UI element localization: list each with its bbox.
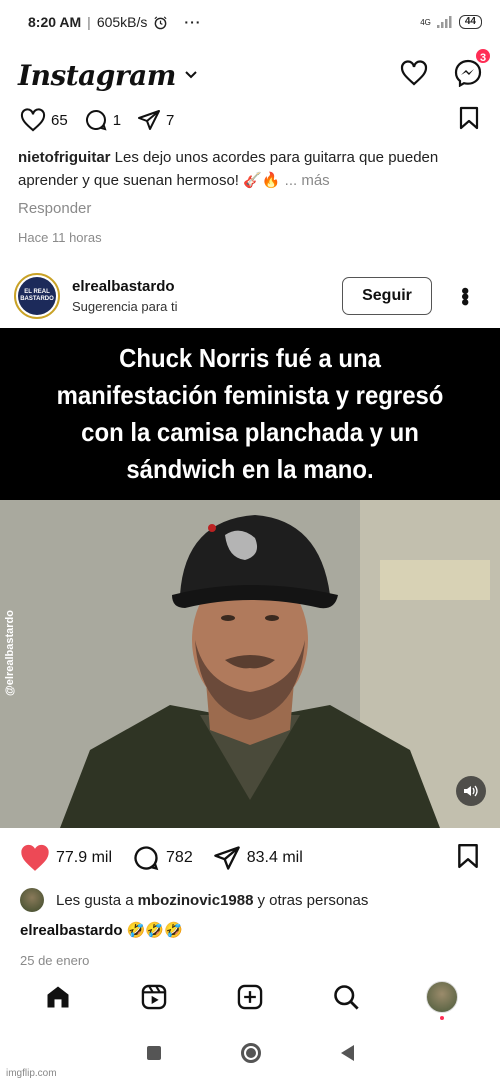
- prev-bookmark-icon[interactable]: [458, 106, 480, 134]
- profile-avatar: [426, 981, 458, 1013]
- prev-like-button[interactable]: 65: [20, 108, 68, 132]
- recent-apps-icon[interactable]: [146, 1046, 161, 1060]
- likes-suffix: y otras personas: [257, 891, 369, 909]
- network-type: 4G: [420, 17, 431, 27]
- prev-caption-more[interactable]: ... más: [285, 172, 330, 189]
- post-header: EL REAL BASTARDO elrealbastardo Sugerenc…: [0, 266, 500, 326]
- send-icon: [213, 846, 240, 870]
- watermark: @elrealbastardo: [4, 610, 16, 696]
- instagram-logo[interactable]: Instagram: [18, 59, 176, 92]
- prev-comment-button[interactable]: 1: [84, 108, 121, 132]
- caption-username[interactable]: elrealbastardo: [20, 922, 123, 939]
- home-icon[interactable]: [33, 972, 83, 1022]
- post-subtitle: Sugerencia para ti: [72, 299, 178, 314]
- status-bar: 8:20 AM | 605kB/s ··· 4G 44: [0, 0, 500, 44]
- imgflip-watermark: imgflip.com: [6, 1068, 57, 1079]
- liker-avatar: [20, 888, 44, 912]
- system-back-icon[interactable]: [340, 1045, 354, 1061]
- volume-button[interactable]: [456, 776, 486, 806]
- app-header: Instagram 3: [0, 44, 500, 106]
- speaker-icon: [464, 785, 478, 797]
- post-caption: elrealbastardo 🤣🤣🤣: [20, 921, 183, 939]
- meme-text-panel: Chuck Norris fué a una manifestación fem…: [0, 328, 500, 500]
- create-post-icon[interactable]: [225, 972, 275, 1022]
- prev-share-button[interactable]: 7: [137, 108, 174, 132]
- send-icon: [138, 110, 161, 130]
- system-nav: [0, 1030, 500, 1076]
- likes-summary[interactable]: Les gusta a mbozinovic1988 y otras perso…: [20, 888, 368, 912]
- status-separator: |: [87, 14, 91, 30]
- heart-filled-icon: [21, 844, 49, 871]
- notifications-heart-icon[interactable]: [400, 59, 428, 91]
- prev-caption-username[interactable]: nietofriguitar: [18, 149, 111, 166]
- comment-count: 782: [166, 849, 193, 866]
- follow-button[interactable]: Seguir: [342, 277, 432, 315]
- post-date: 25 de enero: [20, 953, 90, 968]
- post-photo[interactable]: @elrealbastardo: [0, 500, 500, 828]
- alarm-icon: [154, 15, 167, 29]
- signal-icon: [436, 16, 452, 28]
- more-options-icon[interactable]: •••: [453, 287, 478, 304]
- battery-indicator: 44: [458, 15, 482, 29]
- profile-notification-dot: [440, 1016, 444, 1020]
- liker-username[interactable]: mbozinovic1988: [138, 892, 254, 909]
- prev-comment-count: 1: [112, 111, 122, 129]
- reels-icon[interactable]: [129, 972, 179, 1022]
- avatar-logo: EL REAL BASTARDO: [18, 277, 56, 315]
- heart-icon: [20, 108, 46, 132]
- like-button[interactable]: 77.9 mil: [20, 844, 112, 872]
- share-count: 83.4 mil: [246, 849, 303, 866]
- network-speed: 605kB/s: [96, 14, 148, 30]
- bookmark-icon[interactable]: [456, 843, 480, 874]
- more-dots-icon: ···: [184, 14, 202, 30]
- caption-text: 🤣🤣🤣: [126, 922, 183, 939]
- comment-button[interactable]: 782: [132, 844, 193, 872]
- comment-icon: [134, 846, 159, 871]
- status-time: 8:20 AM: [28, 14, 82, 30]
- man-photo: [0, 500, 500, 828]
- post-actions: 77.9 mil 782 83.4 mil: [0, 840, 500, 876]
- prev-post-time: Hace 11 horas: [18, 230, 102, 245]
- meme-caption: Chuck Norris fué a una manifestación fem…: [56, 343, 444, 484]
- messenger-button[interactable]: 3: [454, 46, 492, 92]
- system-home-icon[interactable]: [240, 1043, 261, 1063]
- post-avatar[interactable]: EL REAL BASTARDO: [14, 273, 60, 319]
- comment-icon: [85, 110, 107, 131]
- prev-like-count: 65: [51, 111, 68, 129]
- like-count: 77.9 mil: [56, 849, 113, 866]
- chevron-down-icon[interactable]: [184, 70, 198, 80]
- search-icon[interactable]: [321, 972, 371, 1022]
- prev-post-caption: nietofriguitar Les dejo unos acordes par…: [18, 146, 478, 192]
- share-button[interactable]: 83.4 mil: [213, 844, 303, 872]
- messenger-badge: 3: [474, 46, 492, 65]
- profile-button[interactable]: [417, 972, 467, 1022]
- post-username[interactable]: elrealbastardo: [72, 278, 178, 295]
- prev-post-actions: 65 1 7: [0, 106, 500, 134]
- likes-prefix: Les gusta a: [56, 891, 134, 909]
- reply-link[interactable]: Responder: [18, 200, 91, 217]
- bottom-nav: [0, 970, 500, 1024]
- prev-share-count: 7: [166, 111, 175, 129]
